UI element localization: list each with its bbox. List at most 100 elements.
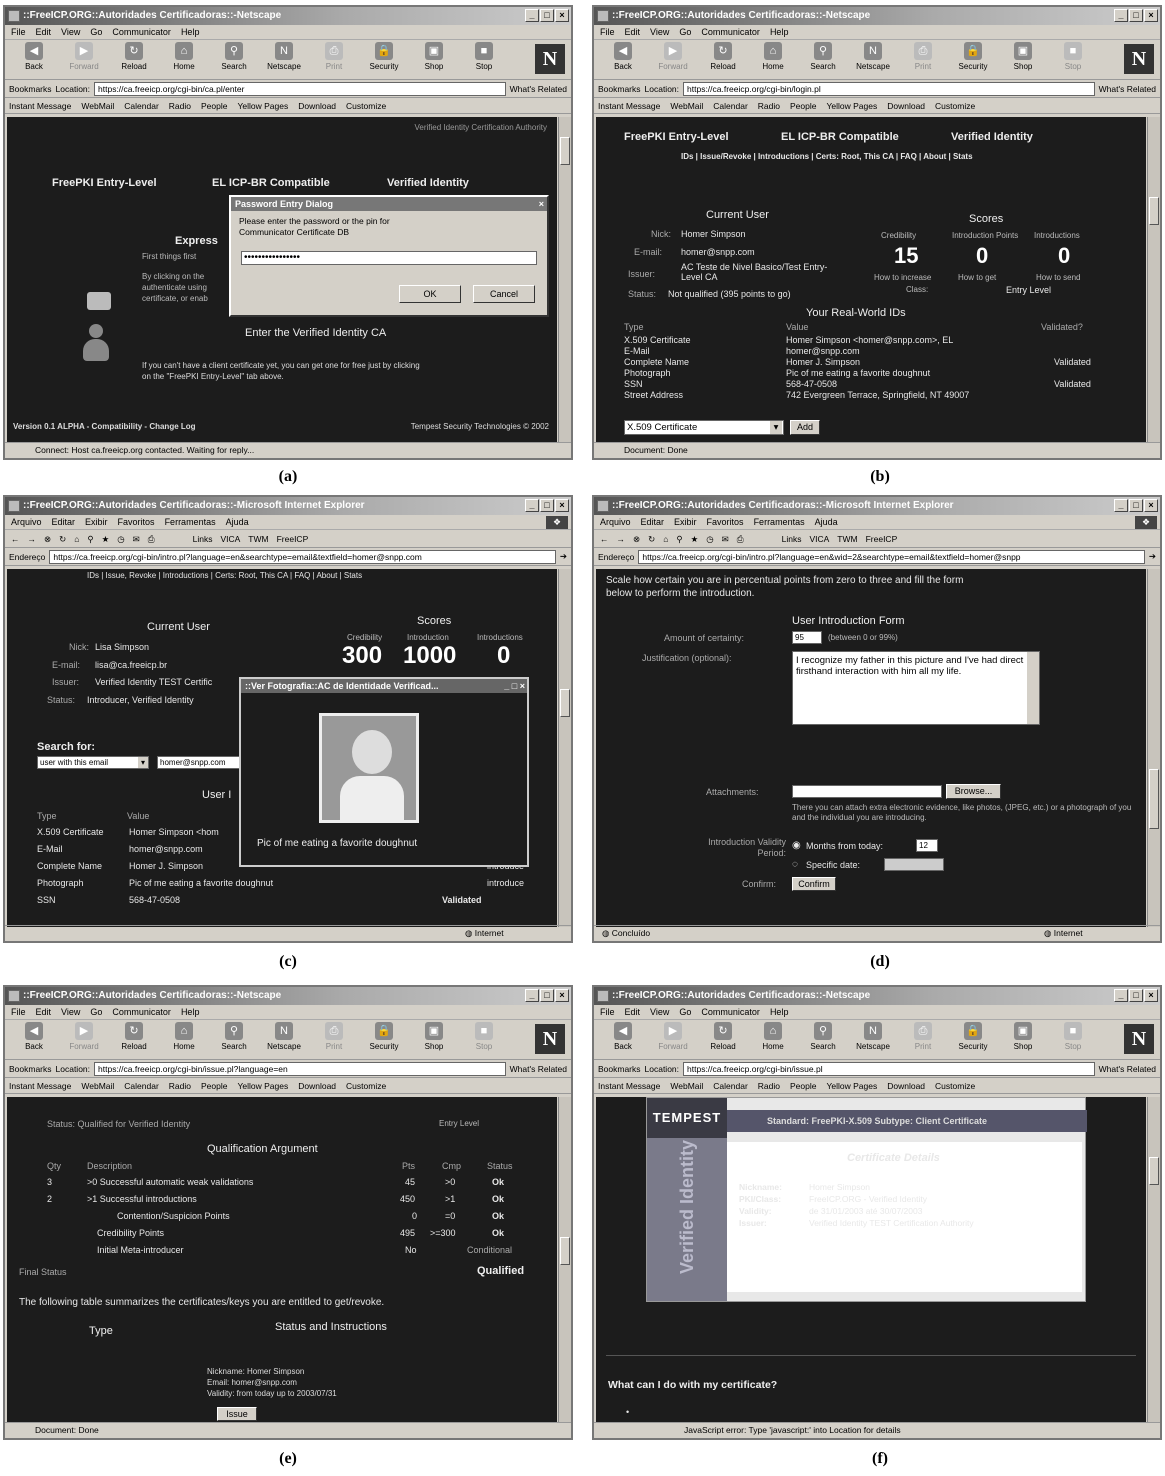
security-button[interactable]: 🔒 Security	[359, 42, 409, 77]
menu-editar[interactable]: Editar	[52, 515, 76, 529]
netscape-button[interactable]: N Netscape	[259, 1022, 309, 1057]
security-button[interactable]: 🔒 Security	[359, 1022, 409, 1057]
link-vica[interactable]: VICA	[809, 530, 829, 547]
instant-message-link[interactable]: Instant Message	[598, 1078, 660, 1093]
instant-message-link[interactable]: Instant Message	[9, 1078, 71, 1093]
tab-freepki[interactable]: FreePKI Entry-Level	[52, 177, 157, 189]
print-icon[interactable]: ⎙	[737, 530, 744, 547]
url-field[interactable]: https://ca.freeicp.org/cgi-bin/issue.pl?…	[94, 1061, 506, 1076]
menu-editar[interactable]: Editar	[641, 515, 665, 529]
yellow-pages-link[interactable]: Yellow Pages	[826, 1078, 877, 1093]
menu-file[interactable]: File	[11, 1005, 26, 1019]
people-link[interactable]: People	[201, 98, 227, 113]
bookmarks-button[interactable]: Bookmarks	[598, 1064, 641, 1074]
close-button[interactable]: ×	[555, 989, 569, 1002]
add-button[interactable]: Add	[790, 420, 820, 435]
instant-message-link[interactable]: Instant Message	[9, 98, 71, 113]
dialog-cancel-button[interactable]: Cancel	[473, 285, 535, 303]
menu-help[interactable]: Help	[181, 1005, 200, 1019]
tab-el-icp-br[interactable]: EL ICP-BR Compatible	[781, 131, 899, 143]
close-button[interactable]: ×	[1144, 989, 1158, 1002]
download-link[interactable]: Download	[887, 1078, 925, 1093]
attachment-file-input[interactable]	[792, 785, 942, 798]
menu-exibir[interactable]: Exibir	[85, 515, 108, 529]
browse-button[interactable]: Browse...	[946, 784, 1001, 799]
scroll-thumb[interactable]	[560, 689, 570, 717]
id-value[interactable]: Pic of me eating a favorite doughnut	[129, 878, 273, 888]
favorites-icon[interactable]: ★	[691, 530, 699, 547]
home-button[interactable]: ⌂ Home	[159, 42, 209, 77]
search-button[interactable]: ⚲ Search	[798, 1022, 848, 1057]
maximize-button[interactable]: □	[540, 9, 554, 22]
shop-button[interactable]: ▣ Shop	[998, 42, 1048, 77]
scroll-thumb[interactable]	[1149, 197, 1159, 225]
yellow-pages-link[interactable]: Yellow Pages	[826, 98, 877, 113]
forward-button[interactable]: ▶ Forward	[59, 1022, 109, 1057]
history-icon[interactable]: ◷	[117, 530, 124, 547]
menu-help[interactable]: Help	[770, 1005, 789, 1019]
menu-edit[interactable]: Edit	[625, 25, 641, 39]
menu-communicator[interactable]: Communicator	[112, 1005, 171, 1019]
link-freeicp[interactable]: FreeICP	[866, 530, 898, 547]
minimize-button[interactable]: _	[1114, 499, 1128, 512]
menu-go[interactable]: Go	[679, 1005, 691, 1019]
maximize-button[interactable]: □	[1129, 499, 1143, 512]
customize-link[interactable]: Customize	[346, 98, 386, 113]
tab-verified-identity[interactable]: Verified Identity	[387, 177, 469, 189]
menu-view[interactable]: View	[61, 1005, 80, 1019]
id-type-select[interactable]: X.509 Certificate ▾	[624, 420, 784, 435]
search-icon[interactable]: ⚲	[676, 530, 682, 547]
yellow-pages-link[interactable]: Yellow Pages	[237, 1078, 288, 1093]
minimize-button[interactable]: _	[525, 989, 539, 1002]
back-button[interactable]: ◀ Back	[598, 42, 648, 77]
menu-file[interactable]: File	[600, 25, 615, 39]
webmail-link[interactable]: WebMail	[670, 1078, 703, 1093]
webmail-link[interactable]: WebMail	[81, 98, 114, 113]
forward-button[interactable]: ▶ Forward	[59, 42, 109, 77]
menu-edit[interactable]: Edit	[36, 1005, 52, 1019]
menu-view[interactable]: View	[650, 1005, 669, 1019]
url-field[interactable]: https://ca.freeicp.org/cgi-bin/issue.pl	[683, 1061, 1095, 1076]
nav-links[interactable]: IDs | Issue, Revoke | Introductions | Ce…	[87, 571, 362, 580]
menu-view[interactable]: View	[650, 25, 669, 39]
forward-icon[interactable]: →	[28, 530, 37, 547]
download-link[interactable]: Download	[887, 98, 925, 113]
forward-button[interactable]: ▶ Forward	[648, 1022, 698, 1057]
footer-version[interactable]: Version 0.1 ALPHA - Compatibility - Chan…	[13, 422, 196, 431]
score-sub-introductions[interactable]: How to send	[1036, 273, 1080, 282]
bookmarks-button[interactable]: Bookmarks	[598, 84, 641, 94]
menu-edit[interactable]: Edit	[625, 1005, 641, 1019]
history-icon[interactable]: ◷	[706, 530, 713, 547]
reload-button[interactable]: ↻ Reload	[698, 42, 748, 77]
certainty-input[interactable]: 95	[792, 631, 822, 644]
scroll-thumb[interactable]	[560, 1237, 570, 1265]
radio-link[interactable]: Radio	[169, 98, 191, 113]
vertical-scrollbar[interactable]	[558, 117, 571, 442]
maximize-button[interactable]: □	[1129, 989, 1143, 1002]
yellow-pages-link[interactable]: Yellow Pages	[237, 98, 288, 113]
print-button[interactable]: ⎙ Print	[309, 1022, 359, 1057]
menu-communicator[interactable]: Communicator	[701, 1005, 760, 1019]
people-link[interactable]: People	[201, 1078, 227, 1093]
issue-button[interactable]: Issue	[217, 1407, 257, 1421]
download-link[interactable]: Download	[298, 1078, 336, 1093]
chevron-down-icon[interactable]: ▾	[138, 757, 148, 768]
menu-ferramentas[interactable]: Ferramentas	[754, 515, 805, 529]
menu-go[interactable]: Go	[679, 25, 691, 39]
refresh-icon[interactable]: ↻	[648, 530, 655, 547]
tab-el-icp-br[interactable]: EL ICP-BR Compatible	[212, 177, 330, 189]
menu-edit[interactable]: Edit	[36, 25, 52, 39]
reload-button[interactable]: ↻ Reload	[109, 1022, 159, 1057]
customize-link[interactable]: Customize	[346, 1078, 386, 1093]
search-button[interactable]: ⚲ Search	[798, 42, 848, 77]
security-button[interactable]: 🔒 Security	[948, 1022, 998, 1057]
stop-icon[interactable]: ⊗	[633, 530, 640, 547]
months-radio[interactable]: ◉	[792, 840, 801, 851]
maximize-button[interactable]: □	[540, 499, 554, 512]
favorites-icon[interactable]: ★	[102, 530, 110, 547]
calendar-link[interactable]: Calendar	[713, 1078, 748, 1093]
customize-link[interactable]: Customize	[935, 1078, 975, 1093]
menu-arquivo[interactable]: Arquivo	[600, 515, 631, 529]
url-field[interactable]: https://ca.freeicp.org/cgi-bin/login.pl	[683, 81, 1095, 96]
minimize-button[interactable]: _	[525, 499, 539, 512]
